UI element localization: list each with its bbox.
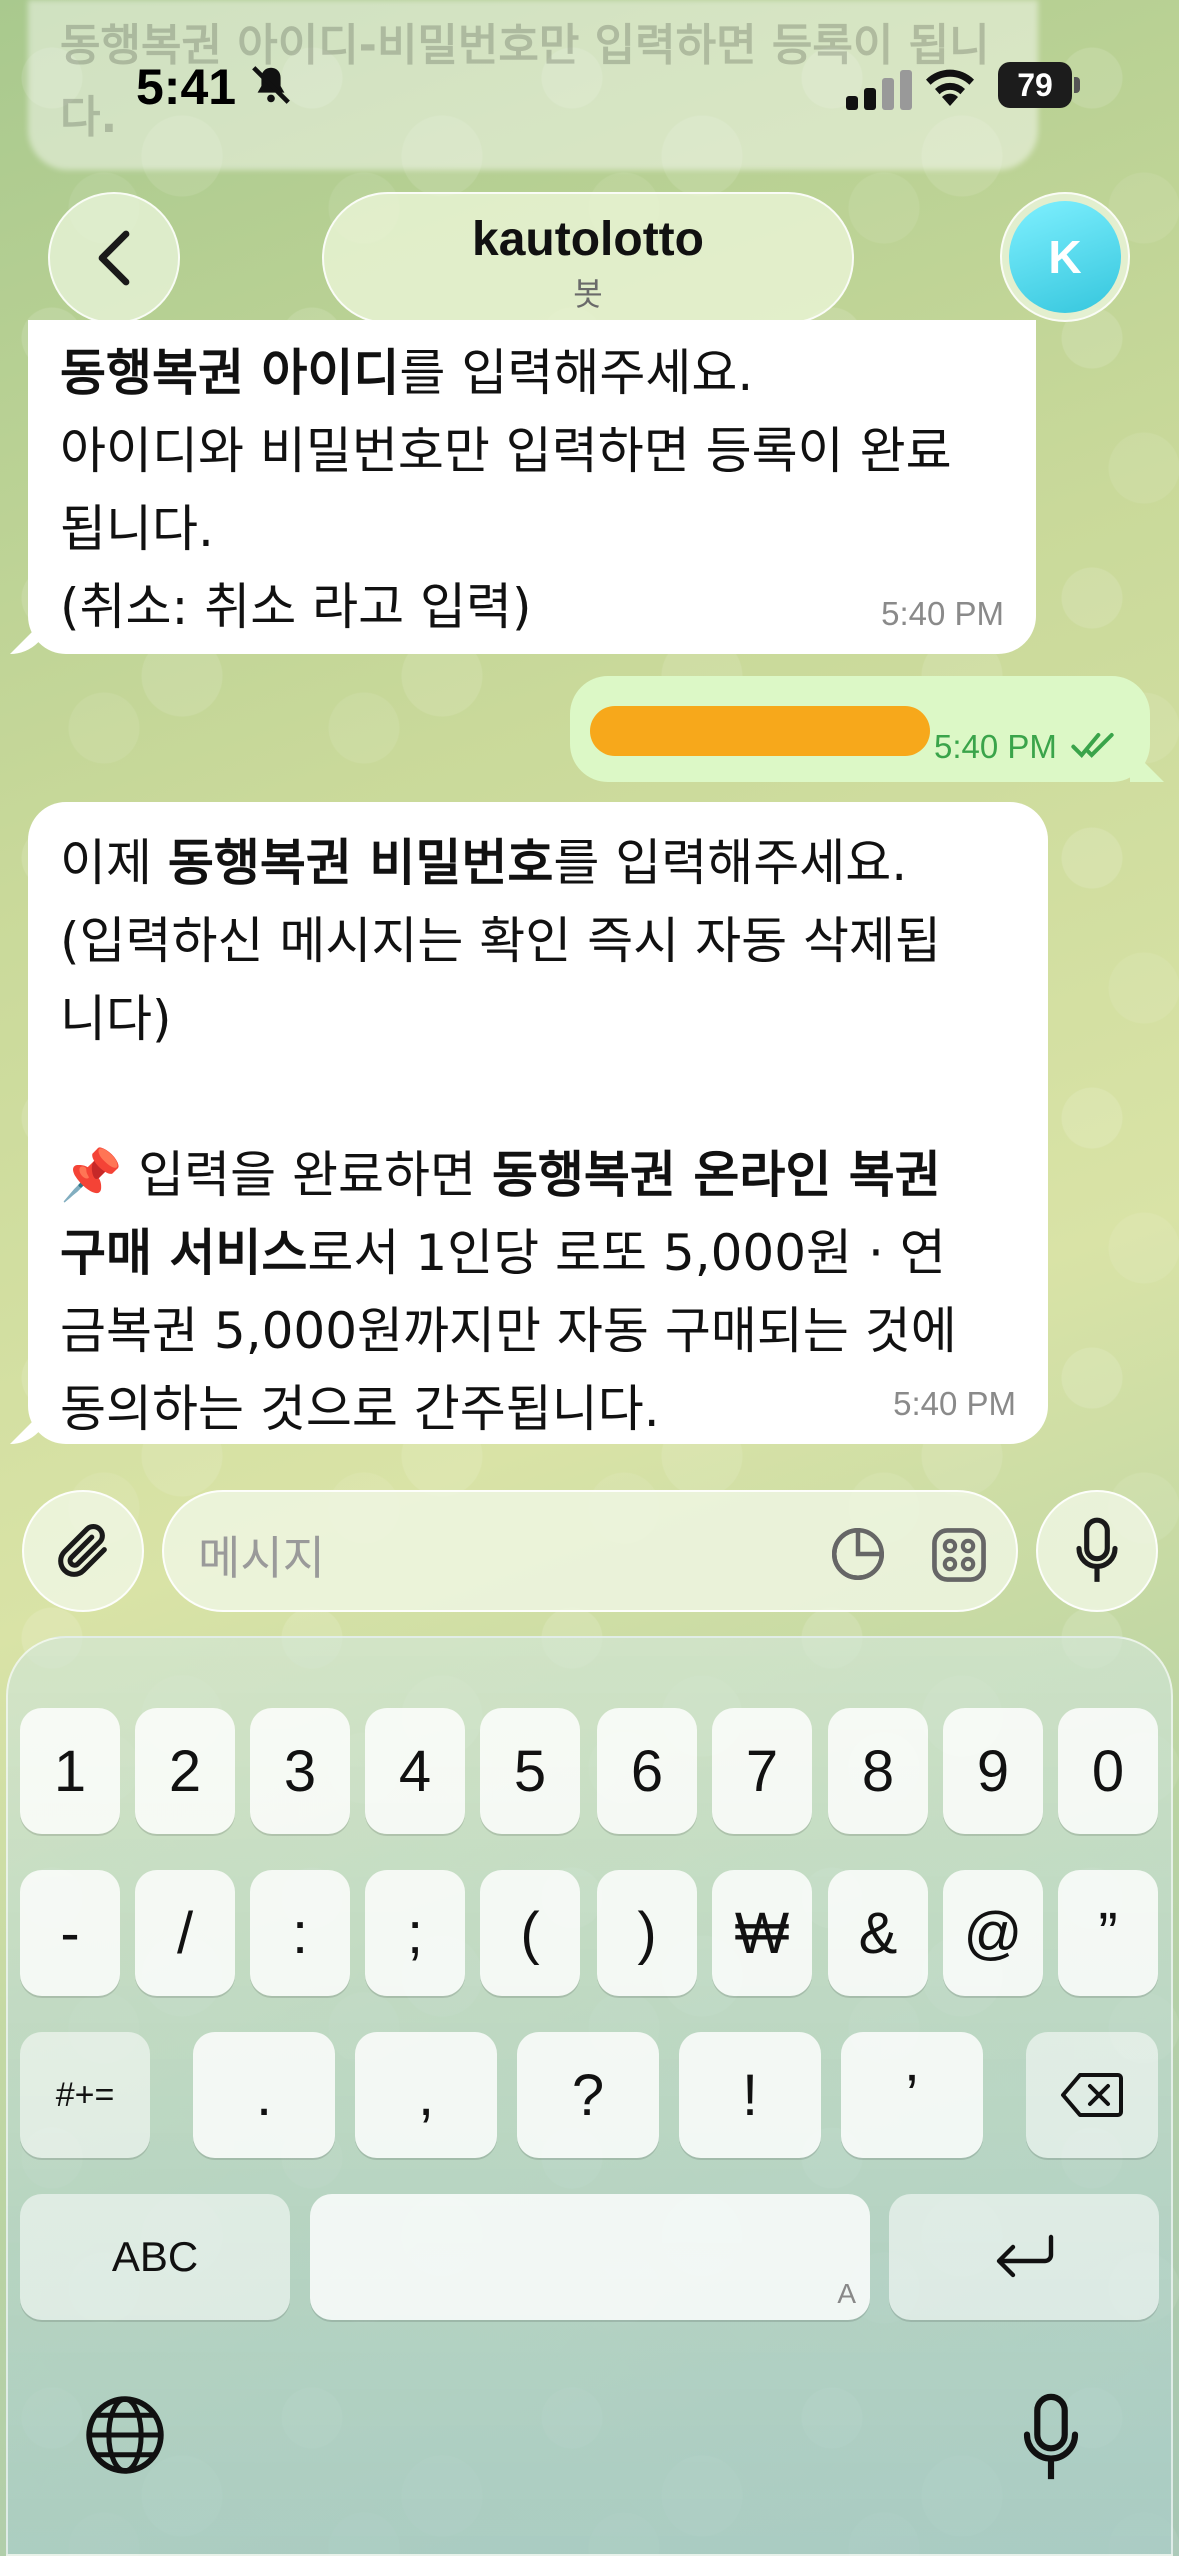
microphone-icon [1076,1517,1118,1582]
avatar-letter: K [1009,201,1121,313]
globe-icon[interactable] [82,2392,168,2478]
incoming-message[interactable]: 이제 동행복권 비밀번호를 입력해주세요. (입력하신 메시지는 확인 즉시 자… [10,802,1048,1444]
return-key[interactable] [889,2194,1159,2320]
key-question[interactable]: ? [517,2032,659,2158]
return-icon [996,2234,1054,2278]
key-period[interactable]: . [193,2032,335,2158]
message-line: 니다) [60,990,172,1048]
key-3[interactable]: 3 [250,1708,350,1834]
chat-title[interactable]: kautolotto 봇 [322,192,854,324]
voice-message-button[interactable] [1036,1490,1158,1612]
redacted-text [590,706,930,756]
chat-subtitle: 봇 [573,275,603,313]
key-close-paren[interactable]: ) [597,1870,697,1996]
key-at[interactable]: @ [943,1870,1043,1996]
key-0[interactable]: 0 [1058,1708,1158,1834]
bubble-tail [10,614,50,654]
emoji-panel-icon[interactable] [928,1524,990,1586]
abc-key[interactable]: ABC [20,2194,290,2320]
message-line: 금복권 5,000원까지만 자동 구매되는 것에 [60,1302,957,1360]
delete-key[interactable] [1026,2032,1158,2158]
key-apostrophe[interactable]: ’ [841,2032,983,2158]
message-line: 구매 서비스로서 1인당 로또 5,000원 · 연 [60,1224,946,1282]
key-colon[interactable]: : [250,1870,350,1996]
key-more-symbols[interactable]: #+= [20,2032,150,2158]
key-semicolon[interactable]: ; [365,1870,465,1996]
message-line: 📌 입력을 완료하면 동행복권 온라인 복권 [60,1146,941,1204]
key-hyphen[interactable]: - [20,1870,120,1996]
key-exclamation[interactable]: ! [679,2032,821,2158]
dictation-microphone-icon[interactable] [1016,2390,1086,2486]
backspace-icon [1061,2073,1123,2117]
message-timestamp: 5:40 PM [934,728,1057,765]
outgoing-message[interactable]: 5:40 PM [570,676,1164,782]
battery-tip [1074,77,1080,93]
key-4[interactable]: 4 [365,1708,465,1834]
key-1[interactable]: 1 [20,1708,120,1834]
message-timestamp: 5:40 PM [881,595,1004,632]
key-6[interactable]: 6 [597,1708,697,1834]
space-key[interactable]: A [310,2194,870,2320]
bubble-tail [10,1404,50,1444]
back-button[interactable] [48,192,180,324]
status-time: 5:41 [136,59,237,115]
key-open-paren[interactable]: ( [480,1870,580,1996]
key-8[interactable]: 8 [828,1708,928,1834]
key-ampersand[interactable]: & [828,1870,928,1996]
paperclip-icon [58,1524,107,1577]
key-slash[interactable]: / [135,1870,235,1996]
key-won[interactable]: ₩ [712,1870,812,1996]
message-input-placeholder: 메시지 [198,1531,325,1585]
message-line: 아이디와 비밀번호만 입력하면 등록이 완료 [60,422,952,480]
bubble-tail [1130,748,1164,782]
incoming-message[interactable]: 동행복권 아이디를 입력해주세요. 아이디와 비밀번호만 입력하면 등록이 완료… [10,320,1036,654]
key-comma[interactable]: , [355,2032,497,2158]
key-quote[interactable]: ” [1058,1870,1158,1996]
message-input[interactable]: 메시지 [162,1490,1018,1612]
chevron-left-icon [98,230,130,286]
message-line: 이제 동행복권 비밀번호를 입력해주세요. [60,834,908,892]
cellular-signal-icon [846,70,912,110]
key-7[interactable]: 7 [712,1708,812,1834]
chat-name: kautolotto [472,213,704,266]
message-line: 됩니다. [60,500,214,558]
battery-level: 79 [998,62,1072,108]
double-check-icon [1071,733,1114,758]
status-bar: 5:41 79 [0,0,1179,170]
sticker-icon[interactable] [828,1524,888,1584]
key-9[interactable]: 9 [943,1708,1043,1834]
attach-button[interactable] [22,1490,144,1612]
key-5[interactable]: 5 [480,1708,580,1834]
battery-indicator: 79 [998,62,1080,108]
key-2[interactable]: 2 [135,1708,235,1834]
silent-bell-icon [252,66,290,104]
message-timestamp: 5:40 PM [893,1385,1016,1422]
wifi-icon [926,69,974,106]
space-key-hint: A [837,2278,856,2309]
bot-avatar[interactable]: K [1000,192,1130,322]
message-line: 동행복권 아이디를 입력해주세요. [60,344,754,402]
message-line: (입력하신 메시지는 확인 즉시 자동 삭제됩 [60,912,941,970]
